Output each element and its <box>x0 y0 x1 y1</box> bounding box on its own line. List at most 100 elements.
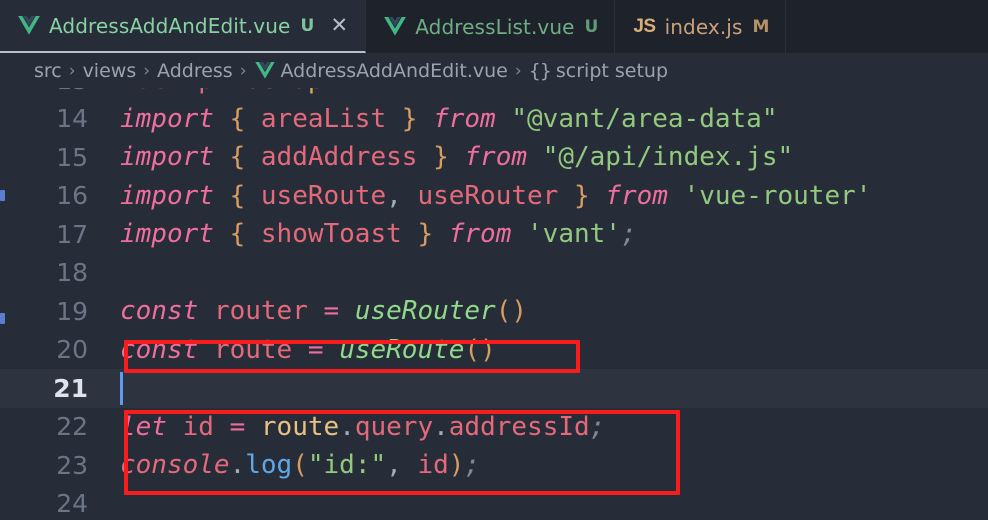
code-line-20[interactable]: 20 const route = useRoute() <box>0 331 988 370</box>
token: router <box>213 296 308 327</box>
token: import <box>120 103 214 134</box>
token: route <box>213 334 293 365</box>
token: id <box>182 411 214 442</box>
breadcrumb-item-src[interactable]: src <box>34 60 62 82</box>
token: . <box>229 450 246 481</box>
token: import <box>120 142 214 173</box>
token: "@/api/index.js" <box>542 142 794 173</box>
token: console <box>120 450 230 481</box>
code-line-19[interactable]: 19 const router = useRouter() <box>0 292 988 331</box>
line-number: 15 <box>56 142 88 172</box>
code-line-16[interactable]: 16 import { useRoute, useRouter } from 'v… <box>0 177 988 216</box>
line-number: 18 <box>56 258 88 288</box>
code-line-14[interactable]: 14 import { areaList } from "@vant/area-d… <box>0 100 988 139</box>
token: () <box>464 334 496 365</box>
token: 'vant' <box>527 219 621 250</box>
token: const <box>120 334 199 365</box>
token: "id:" <box>307 450 387 481</box>
token: < <box>120 88 136 95</box>
code-line-23[interactable]: 23 console.log("id:", id); <box>0 446 988 485</box>
code-text: <script setup> <box>104 88 988 95</box>
line-number: 16 <box>56 181 88 211</box>
code-editor[interactable]: 13<script setup>14import { areaList } fr… <box>0 88 988 520</box>
vue-icon <box>254 62 275 79</box>
breadcrumb-item-file[interactable]: AddressAddAndEdit.vue <box>281 60 508 82</box>
code-line-15[interactable]: 15 import { addAddress } from "@/api/inde… <box>0 138 988 177</box>
token: useRoute <box>260 180 387 211</box>
token: showToast <box>260 219 402 250</box>
text-cursor <box>120 372 123 405</box>
token: { <box>229 142 246 173</box>
token: } <box>573 180 590 211</box>
token: import <box>120 180 214 211</box>
token: . <box>433 411 449 442</box>
token: () <box>495 296 528 327</box>
line-number: 17 <box>56 219 88 249</box>
token: , <box>386 180 402 211</box>
line-number: 23 <box>56 450 88 480</box>
tab-status-badge: M <box>752 16 770 37</box>
code-lines: 13<script setup>14import { areaList } fr… <box>0 88 988 520</box>
chevron-right-icon: › <box>239 60 247 81</box>
code-text: import { addAddress } from "@/api/index.… <box>104 142 988 172</box>
close-icon[interactable]: ✕ <box>329 15 349 36</box>
token: = <box>307 334 324 365</box>
token: ; <box>620 219 637 250</box>
token: log <box>245 450 293 481</box>
breadcrumb-item-symbol[interactable]: script setup <box>556 60 668 82</box>
breadcrumb-item-address[interactable]: Address <box>157 60 233 82</box>
token: } <box>433 142 449 173</box>
tab-index-js[interactable]: JS index.js M <box>615 0 787 53</box>
tab-addresslist-vue[interactable]: AddressList.vue U <box>366 0 616 53</box>
code-line-21[interactable]: 21 <box>0 369 988 408</box>
token: } <box>417 219 434 250</box>
chevron-right-icon: › <box>143 60 151 81</box>
token: setup <box>245 88 323 95</box>
code-line-13[interactable]: 13<script setup> <box>0 88 988 100</box>
token: ; <box>464 450 481 481</box>
line-number: 19 <box>56 296 88 326</box>
chevron-right-icon: › <box>514 60 522 81</box>
vscode-window: AddressAddAndEdit.vue U ✕ AddressList.vu… <box>0 0 988 520</box>
token: route <box>260 411 340 442</box>
tab-status-badge: U <box>584 16 599 37</box>
js-icon: JS <box>633 15 656 37</box>
token: = <box>229 411 246 442</box>
tab-addressaddandedit-vue[interactable]: AddressAddAndEdit.vue U ✕ <box>0 0 367 53</box>
token: . <box>339 411 355 442</box>
token: , <box>386 450 402 481</box>
token: from <box>433 103 496 134</box>
tab-status-badge: U <box>300 15 315 36</box>
code-line-18[interactable]: 18 <box>0 254 988 293</box>
token: from <box>464 142 528 173</box>
breadcrumb-item-views[interactable]: views <box>83 60 137 82</box>
code-text: console.log("id:", id); <box>104 450 988 480</box>
token: > <box>324 88 340 95</box>
line-number: 21 <box>53 373 88 403</box>
code-line-22[interactable]: 22 let id = route.query.addressId; <box>0 408 988 447</box>
token: ( <box>292 450 308 481</box>
line-number: 14 <box>56 104 88 134</box>
vue-icon <box>18 16 40 35</box>
tab-label: AddressAddAndEdit.vue <box>49 13 291 38</box>
code-line-17[interactable]: 17 import { showToast } from 'vant'; <box>0 215 988 254</box>
code-line-24[interactable]: 24 <box>0 485 988 520</box>
token: useRouter <box>417 180 559 211</box>
